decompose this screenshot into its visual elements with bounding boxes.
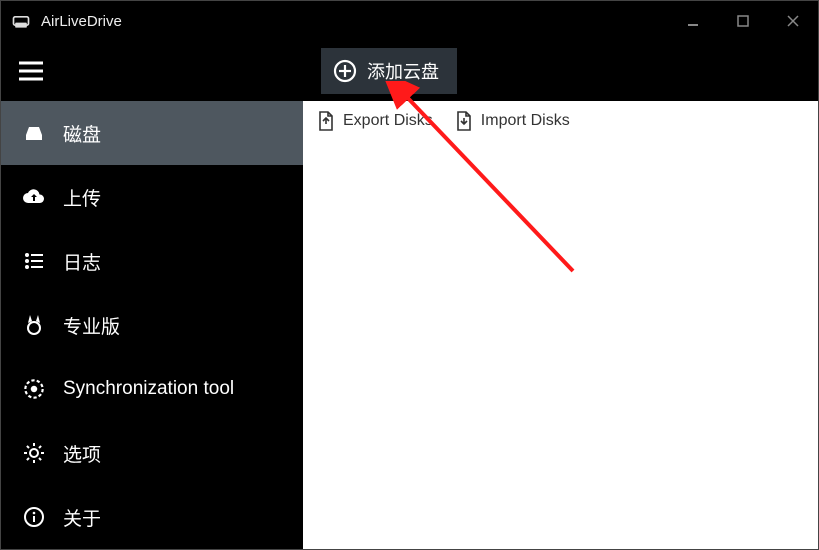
add-cloud-label: 添加云盘 bbox=[367, 58, 439, 84]
medal-icon bbox=[19, 313, 49, 337]
titlebar: AirLiveDrive bbox=[1, 1, 818, 41]
disk-icon bbox=[19, 121, 49, 145]
add-cloud-button[interactable]: 添加云盘 bbox=[321, 48, 457, 94]
export-disks-button[interactable]: Export Disks bbox=[317, 111, 433, 131]
sidebar: 磁盘 上传 日志 bbox=[1, 101, 303, 549]
close-button[interactable] bbox=[768, 1, 818, 41]
sidebar-item-logs[interactable]: 日志 bbox=[1, 229, 303, 293]
sidebar-item-pro[interactable]: 专业版 bbox=[1, 293, 303, 357]
sidebar-item-label: 关于 bbox=[63, 504, 101, 531]
sidebar-item-label: Synchronization tool bbox=[63, 378, 234, 400]
sidebar-item-label: 上传 bbox=[63, 184, 101, 211]
app-title: AirLiveDrive bbox=[41, 13, 668, 30]
sidebar-item-upload[interactable]: 上传 bbox=[1, 165, 303, 229]
file-export-icon bbox=[317, 111, 335, 131]
sidebar-item-disks[interactable]: 磁盘 bbox=[1, 101, 303, 165]
hamburger-menu-button[interactable] bbox=[1, 41, 61, 101]
import-disks-label: Import Disks bbox=[481, 112, 570, 130]
export-disks-label: Export Disks bbox=[343, 112, 433, 130]
window-controls bbox=[668, 1, 818, 41]
file-import-icon bbox=[455, 111, 473, 131]
gear-sync-icon bbox=[19, 376, 49, 402]
sidebar-item-about[interactable]: 关于 bbox=[1, 485, 303, 549]
sidebar-item-options[interactable]: 选项 bbox=[1, 421, 303, 485]
sidebar-item-label: 日志 bbox=[63, 248, 101, 275]
app-icon bbox=[11, 11, 31, 31]
gear-icon bbox=[19, 441, 49, 465]
sidebar-item-label: 专业版 bbox=[63, 312, 120, 339]
top-toolbar: 添加云盘 bbox=[1, 41, 818, 101]
cloud-upload-icon bbox=[19, 185, 49, 209]
main-toolbar: Export Disks Import Disks bbox=[303, 101, 818, 141]
list-icon bbox=[19, 249, 49, 273]
sidebar-item-label: 磁盘 bbox=[63, 120, 101, 147]
maximize-button[interactable] bbox=[718, 1, 768, 41]
info-icon bbox=[19, 505, 49, 529]
sidebar-item-label: 选项 bbox=[63, 440, 101, 467]
plus-circle-icon bbox=[333, 59, 357, 83]
import-disks-button[interactable]: Import Disks bbox=[455, 111, 570, 131]
content-area: 磁盘 上传 日志 bbox=[1, 101, 818, 549]
main-panel: Export Disks Import Disks bbox=[303, 101, 818, 549]
minimize-button[interactable] bbox=[668, 1, 718, 41]
sidebar-item-sync[interactable]: Synchronization tool bbox=[1, 357, 303, 421]
